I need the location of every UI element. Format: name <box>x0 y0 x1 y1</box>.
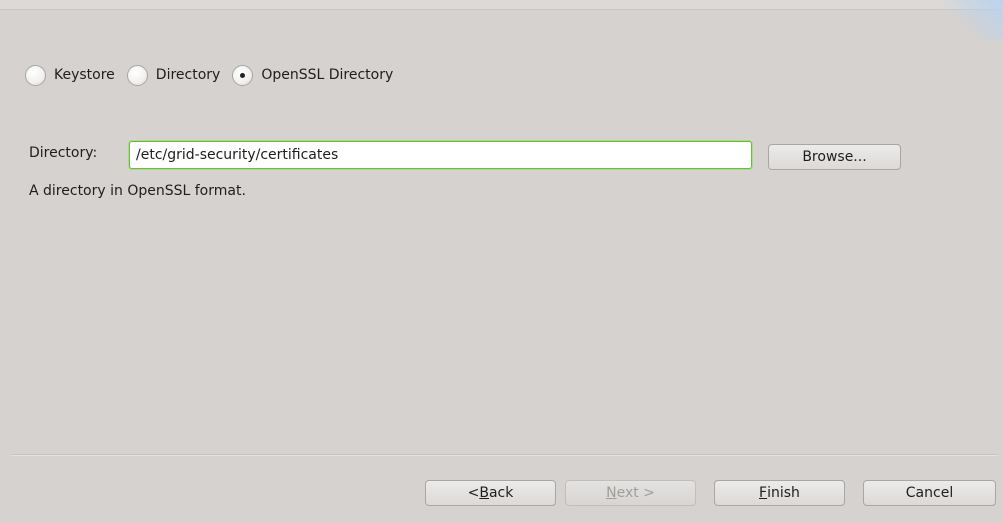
back-button-rest: ack <box>488 485 514 501</box>
next-button-rest: ext > <box>616 485 655 501</box>
directory-path-input[interactable] <box>129 141 752 169</box>
directory-radio-label: Directory <box>155 67 221 83</box>
directory-help-text: A directory in OpenSSL format. <box>29 183 246 199</box>
next-button-mnemonic: N <box>606 485 617 501</box>
finish-button-mnemonic: F <box>759 485 768 501</box>
back-button[interactable]: < Back <box>425 480 556 506</box>
radio-option-directory[interactable]: Directory <box>126 64 221 86</box>
next-button[interactable]: Next > <box>565 480 696 506</box>
browse-button[interactable]: Browse... <box>768 144 901 170</box>
window-top-edge <box>0 0 1003 10</box>
keystore-radio-label: Keystore <box>54 67 115 83</box>
directory-field-label: Directory: <box>29 145 98 161</box>
directory-radio-icon[interactable] <box>126 64 148 86</box>
finish-button[interactable]: Finish <box>714 480 845 506</box>
radio-option-openssl-directory[interactable]: OpenSSL Directory <box>232 64 394 86</box>
cancel-button[interactable]: Cancel <box>863 480 996 506</box>
keystore-radio-icon[interactable] <box>25 64 46 86</box>
source-type-radio-group: Keystore Directory OpenSSL Directory <box>25 62 405 88</box>
finish-button-rest: inish <box>767 485 800 501</box>
radio-option-keystore[interactable]: Keystore <box>25 64 115 86</box>
openssl-directory-radio-label: OpenSSL Directory <box>261 67 394 83</box>
window-top-glow <box>943 0 1003 40</box>
back-button-prefix: < <box>467 485 480 501</box>
footer-separator <box>12 454 997 456</box>
back-button-mnemonic: B <box>479 485 489 501</box>
openssl-directory-radio-icon[interactable] <box>232 64 254 86</box>
